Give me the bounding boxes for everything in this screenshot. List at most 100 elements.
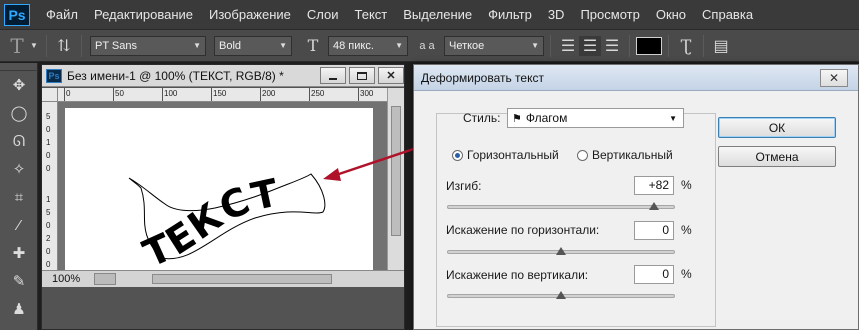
vertical-scrollbar[interactable] xyxy=(387,88,404,270)
font-size-select[interactable]: 48 пикс. ▼ xyxy=(328,35,408,56)
document-close-button[interactable]: ✕ xyxy=(378,67,404,84)
menu-edit[interactable]: Редактирование xyxy=(86,0,201,30)
divider xyxy=(668,34,669,57)
chevron-down-icon[interactable]: ▼ xyxy=(28,41,40,50)
menu-image[interactable]: Изображение xyxy=(201,0,299,30)
ruler-h-label: 200 xyxy=(262,89,276,98)
menu-window[interactable]: Окно xyxy=(648,0,694,30)
chevron-down-icon: ▼ xyxy=(669,113,677,123)
menu-view[interactable]: Просмотр xyxy=(572,0,647,30)
menu-bar: Ps Файл Редактирование Изображение Слои … xyxy=(0,0,859,30)
ruler-v-label: 0 xyxy=(46,151,51,160)
vertical-distortion-input[interactable]: 0 xyxy=(634,265,674,284)
menu-file[interactable]: Файл xyxy=(38,0,86,30)
antialias-icon: a a xyxy=(419,39,435,52)
ruler-h-tick xyxy=(113,88,114,101)
align-left-icon[interactable]: ☰ xyxy=(557,36,579,56)
horizontal-distortion-thumb[interactable] xyxy=(556,247,566,255)
chevron-down-icon: ▼ xyxy=(395,41,403,50)
horizontal-distortion-input[interactable]: 0 xyxy=(634,221,674,240)
ruler-v-label: 0 xyxy=(46,125,51,134)
bend-input[interactable]: +82 xyxy=(634,176,674,195)
toolbox: ✥ ◯ ᘏ ✧ ⌗ ⁄ ✚ ✎ ♟ xyxy=(0,63,38,330)
vertical-ruler: 5 0 1 0 0 1 5 0 2 0 0 xyxy=(42,102,58,270)
marquee-tool-icon[interactable]: ◯ xyxy=(0,99,38,127)
menu-layers[interactable]: Слои xyxy=(299,0,347,30)
ruler-h-tick xyxy=(211,88,212,101)
dialog-close-button[interactable]: ✕ xyxy=(820,69,848,87)
divider xyxy=(46,34,47,57)
status-info-icon[interactable] xyxy=(94,273,116,285)
vertical-label[interactable]: Вертикальный xyxy=(592,148,673,162)
menu-type[interactable]: Текст xyxy=(347,0,396,30)
warp-text-icon[interactable]: Ʈ xyxy=(675,36,697,55)
eyedropper-icon[interactable]: ⁄ xyxy=(0,211,38,239)
font-family-value: PT Sans xyxy=(95,39,137,52)
vertical-distortion-label: Искажение по вертикали: xyxy=(446,268,589,282)
minimize-icon xyxy=(329,77,337,80)
flag-style-icon: ⚑ xyxy=(512,112,522,125)
horizontal-radio[interactable] xyxy=(452,150,463,161)
antialias-value: Четкое xyxy=(449,39,485,52)
horizontal-label[interactable]: Горизонтальный xyxy=(467,148,559,162)
warp-text-dialog: Деформировать текст ✕ Стиль: ⚑ Флагом ▼ … xyxy=(413,64,859,330)
font-size-value: 48 пикс. xyxy=(333,39,374,52)
type-tool-icon[interactable]: T xyxy=(6,34,28,58)
document-title: Без имени-1 @ 100% (ТЕКСТ, RGB/8) * xyxy=(67,68,284,83)
move-tool-icon[interactable]: ✥ xyxy=(0,71,38,99)
vertical-distortion-thumb[interactable] xyxy=(556,291,566,299)
toolbox-handle[interactable] xyxy=(0,63,38,71)
dialog-titlebar[interactable]: Деформировать текст xyxy=(414,65,858,91)
ruler-h-label: 300 xyxy=(360,89,374,98)
warped-text-artwork: ТЕКСТ xyxy=(128,170,326,276)
text-color-swatch[interactable] xyxy=(636,36,662,55)
menu-help[interactable]: Справка xyxy=(694,0,761,30)
document-titlebar[interactable]: Ps Без имени-1 @ 100% (ТЕКСТ, RGB/8) * ✕ xyxy=(42,65,404,87)
magic-wand-icon[interactable]: ✧ xyxy=(0,155,38,183)
align-right-icon[interactable]: ☰ xyxy=(601,36,623,56)
minimize-button[interactable] xyxy=(320,67,346,84)
zoom-level[interactable]: 100% xyxy=(52,273,88,285)
close-icon: ✕ xyxy=(828,71,840,85)
divider xyxy=(81,34,82,57)
font-style-select[interactable]: Bold ▼ xyxy=(214,35,292,56)
menu-3d[interactable]: 3D xyxy=(540,0,573,30)
bend-slider[interactable] xyxy=(447,205,675,209)
menu-filter[interactable]: Фильтр xyxy=(480,0,540,30)
healing-brush-icon[interactable]: ✚ xyxy=(0,239,38,267)
ruler-h-tick xyxy=(309,88,310,101)
stamp-tool-icon[interactable]: ♟ xyxy=(0,295,38,323)
ruler-v-label: 0 xyxy=(46,164,51,173)
antialias-select[interactable]: Четкое ▼ xyxy=(444,35,544,56)
ruler-h-label: 50 xyxy=(115,89,124,98)
font-style-value: Bold xyxy=(219,39,242,52)
divider xyxy=(703,34,704,57)
photoshop-logo: Ps xyxy=(4,3,30,26)
ruler-v-label: 1 xyxy=(46,195,51,204)
crop-tool-icon[interactable]: ⌗ xyxy=(0,183,38,211)
vertical-scroll-thumb[interactable] xyxy=(391,106,401,236)
brush-tool-icon[interactable]: ✎ xyxy=(0,267,38,295)
bend-label: Изгиб: xyxy=(446,179,482,193)
font-family-select[interactable]: PT Sans ▼ xyxy=(90,35,206,56)
character-panel-icon[interactable]: ▤ xyxy=(710,36,732,56)
canvas[interactable]: ТЕКСТ xyxy=(65,108,373,276)
menu-select[interactable]: Выделение xyxy=(395,0,480,30)
ruler-v-label: 2 xyxy=(46,234,51,243)
ruler-v-label: 5 xyxy=(46,208,51,217)
maximize-button[interactable] xyxy=(349,67,375,84)
align-center-icon[interactable]: ☰ xyxy=(579,35,601,56)
toggle-orientation-icon[interactable]: ⇅ xyxy=(53,36,75,55)
ruler-h-label: 250 xyxy=(311,89,325,98)
horizontal-scroll-thumb[interactable] xyxy=(152,274,332,284)
style-select[interactable]: ⚑ Флагом ▼ xyxy=(507,108,684,128)
status-bar: 100% xyxy=(42,270,404,287)
close-icon: ✕ xyxy=(386,70,396,82)
lasso-tool-icon[interactable]: ᘏ xyxy=(0,127,38,155)
ok-button[interactable]: ОК xyxy=(718,117,836,138)
font-size-icon: T xyxy=(307,36,319,55)
ruler-v-label: 0 xyxy=(46,260,51,269)
bend-slider-thumb[interactable] xyxy=(649,202,660,210)
vertical-radio[interactable] xyxy=(577,150,588,161)
cancel-button[interactable]: Отмена xyxy=(718,146,836,167)
